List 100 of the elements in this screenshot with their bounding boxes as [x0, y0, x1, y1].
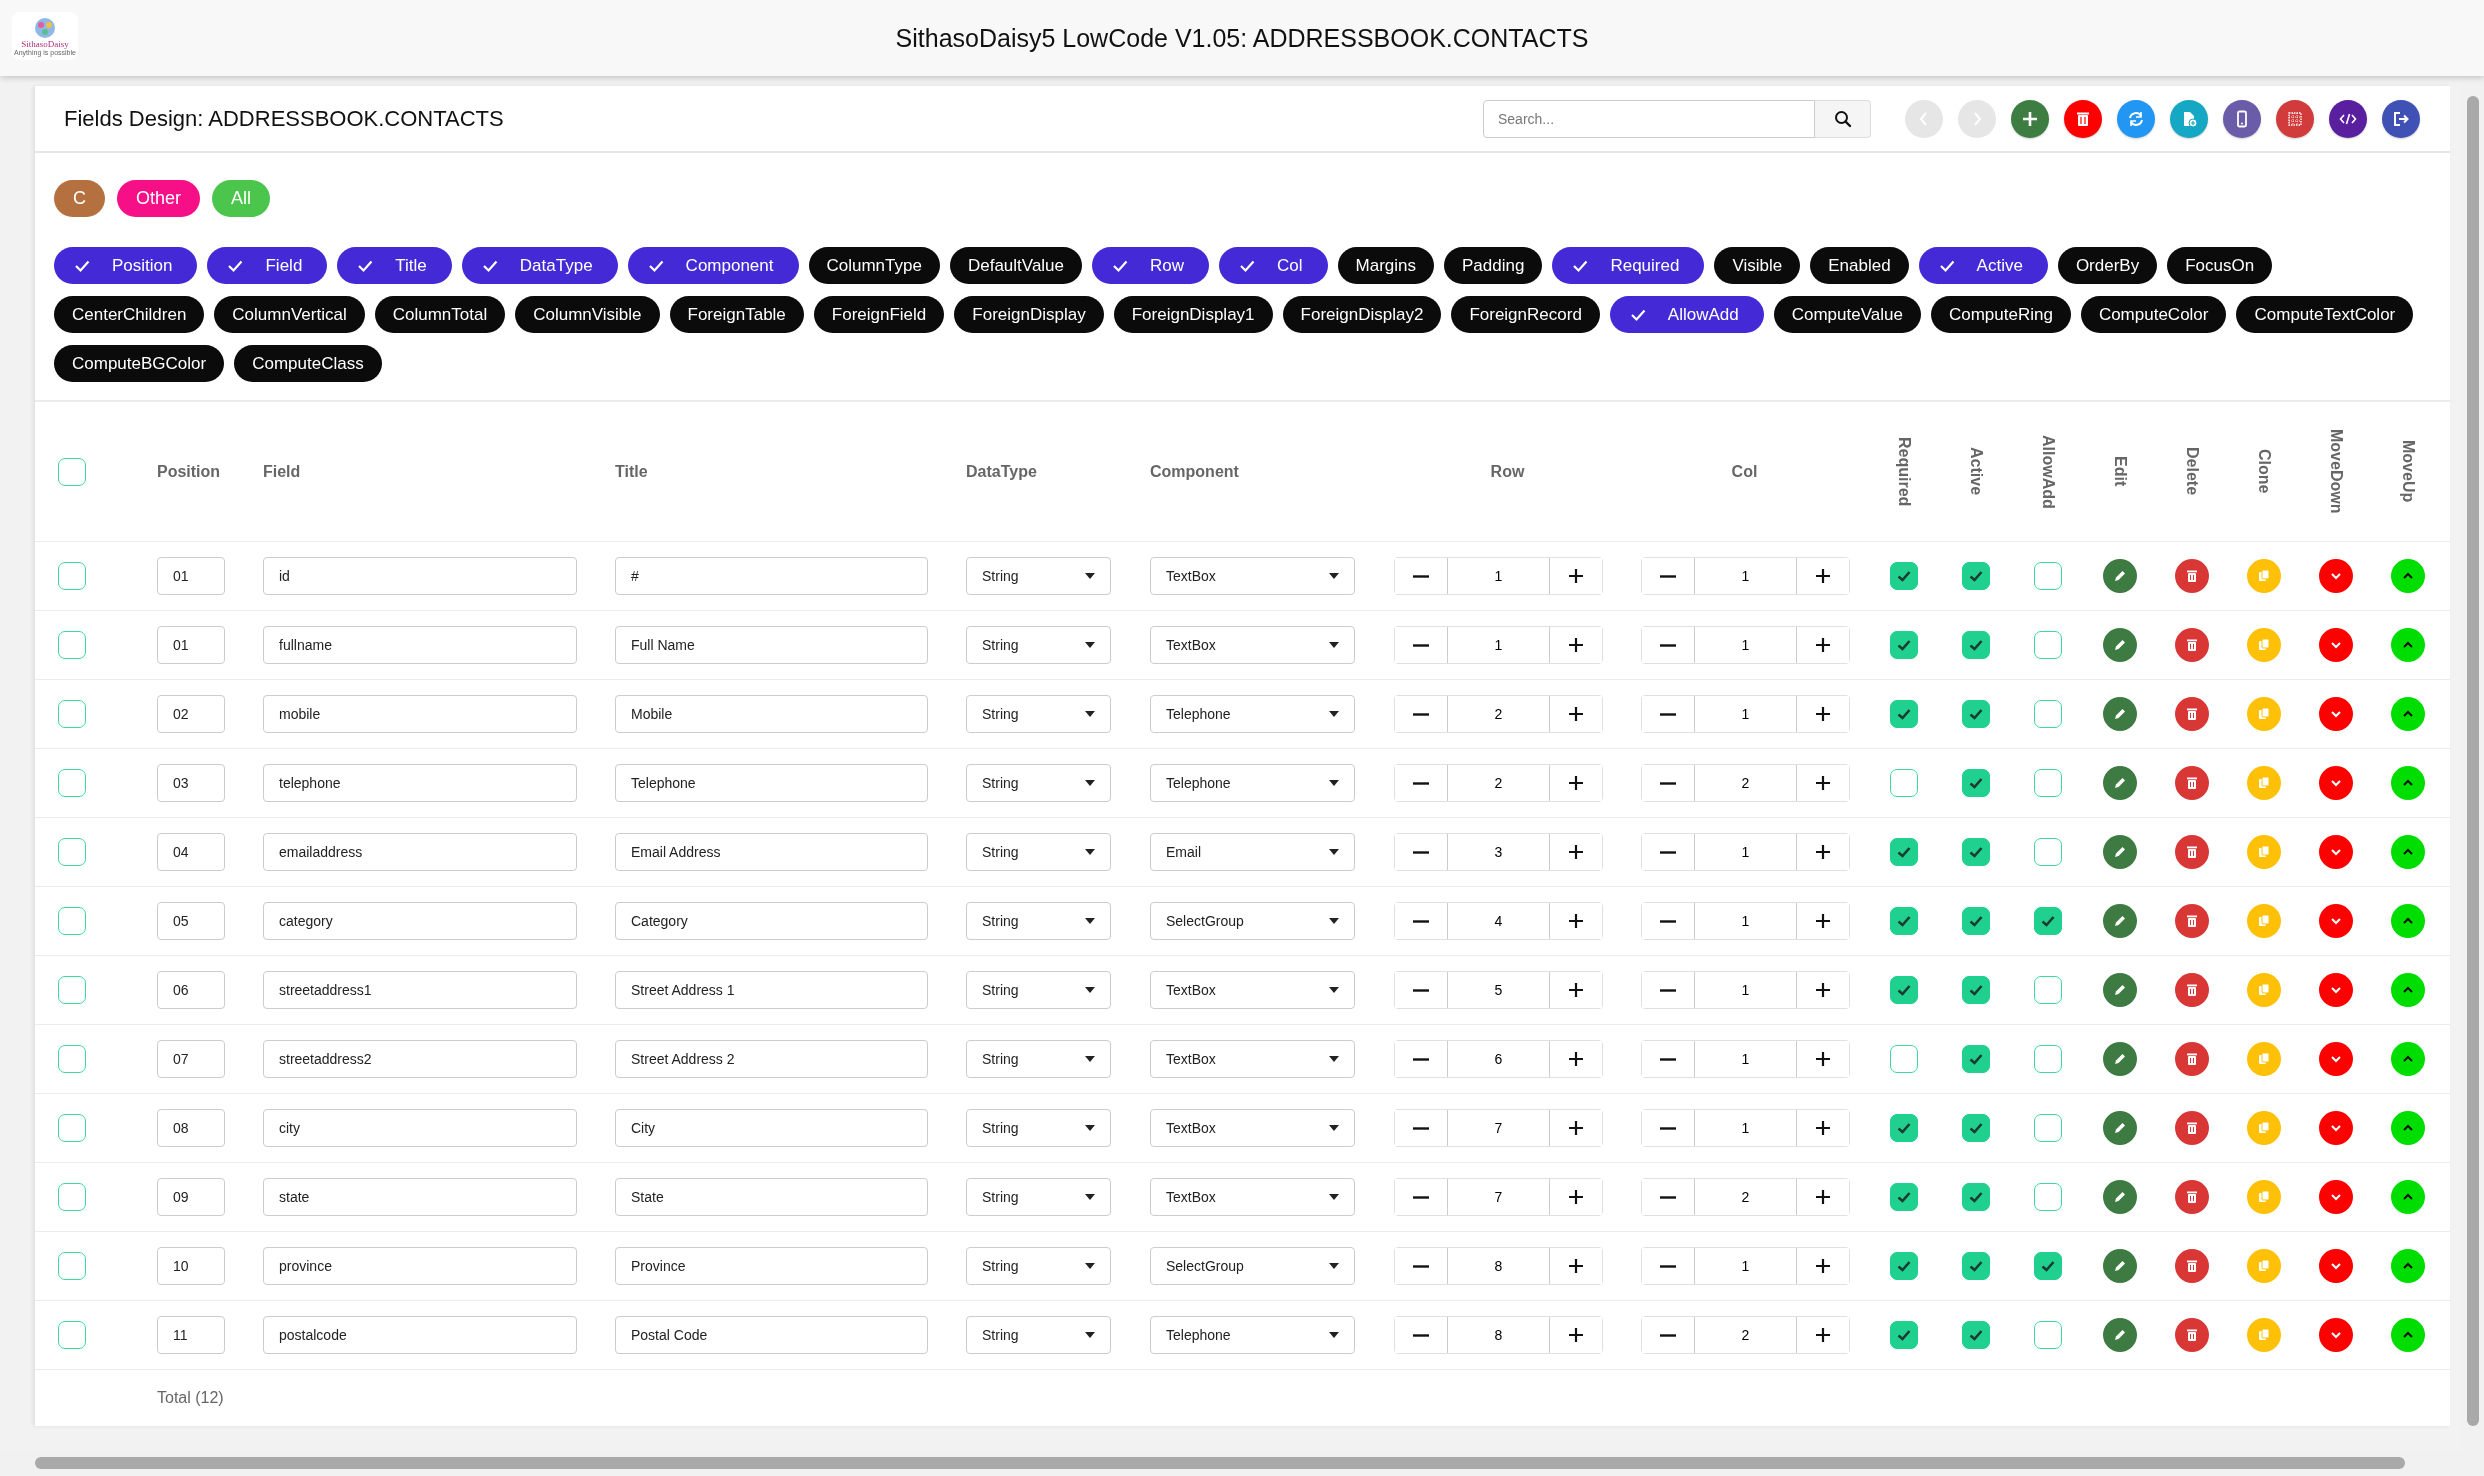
number-field[interactable]: 1: [1694, 1041, 1797, 1077]
checkbox[interactable]: [58, 1252, 86, 1280]
title-field[interactable]: Mobile: [615, 695, 928, 733]
checkbox[interactable]: [1890, 838, 1918, 866]
column-chip[interactable]: ComputeValue: [1773, 296, 1921, 334]
delete-button[interactable]: [2175, 973, 2209, 1007]
checkbox[interactable]: [1962, 1114, 1990, 1142]
position-field[interactable]: 01: [157, 626, 225, 664]
field-name-field[interactable]: postalcode: [263, 1316, 577, 1354]
column-chip[interactable]: Active: [1918, 247, 2048, 285]
column-chip[interactable]: ComputeColor: [2080, 296, 2227, 334]
number-stepper[interactable]: 2: [1641, 764, 1850, 802]
column-chip[interactable]: FocusOn: [2167, 247, 2273, 285]
column-chip[interactable]: ComputeRing: [1930, 296, 2071, 334]
dropdown[interactable]: String: [966, 764, 1111, 802]
column-chip[interactable]: DataType: [461, 247, 618, 285]
checkbox[interactable]: [58, 457, 86, 486]
move-down-button[interactable]: [2319, 1111, 2353, 1145]
move-up-button[interactable]: [2391, 973, 2425, 1007]
dropdown[interactable]: String: [966, 1316, 1111, 1354]
column-chip[interactable]: Field: [207, 247, 328, 285]
position-field[interactable]: 01: [157, 557, 225, 595]
dropdown[interactable]: String: [966, 1178, 1111, 1216]
checkbox[interactable]: [1890, 976, 1918, 1004]
delete-button[interactable]: [2175, 697, 2209, 731]
column-chip[interactable]: ColumnTotal: [374, 296, 506, 334]
checkbox[interactable]: [2034, 769, 2062, 797]
dropdown[interactable]: String: [966, 695, 1111, 733]
checkbox[interactable]: [1890, 1321, 1918, 1349]
checkbox[interactable]: [1962, 700, 1990, 728]
move-down-button[interactable]: [2319, 1318, 2353, 1352]
move-down-button[interactable]: [2319, 904, 2353, 938]
number-field[interactable]: 2: [1694, 1179, 1797, 1215]
delete-button[interactable]: [2175, 559, 2209, 593]
title-field[interactable]: Street Address 1: [615, 971, 928, 1009]
checkbox[interactable]: [58, 907, 86, 935]
checkbox[interactable]: [58, 700, 86, 728]
field-name-field[interactable]: state: [263, 1178, 577, 1216]
filter-chip[interactable]: Other: [117, 180, 201, 218]
edit-button[interactable]: [2103, 1111, 2137, 1145]
move-down-button[interactable]: [2319, 835, 2353, 869]
checkbox[interactable]: [2034, 838, 2062, 866]
field-name-field[interactable]: streetaddress1: [263, 971, 577, 1009]
checkbox[interactable]: [1962, 1252, 1990, 1280]
number-stepper[interactable]: 2: [1394, 695, 1603, 733]
title-field[interactable]: State: [615, 1178, 928, 1216]
position-field[interactable]: 04: [157, 833, 225, 871]
delete-button[interactable]: [2175, 766, 2209, 800]
column-chip[interactable]: Padding: [1444, 247, 1543, 285]
edit-button[interactable]: [2103, 1180, 2137, 1214]
column-chip[interactable]: OrderBy: [2057, 247, 2158, 285]
title-field[interactable]: Province: [615, 1247, 928, 1285]
number-field[interactable]: 1: [1694, 1110, 1797, 1146]
position-field[interactable]: 09: [157, 1178, 225, 1216]
checkbox[interactable]: [2034, 1114, 2062, 1142]
move-down-button[interactable]: [2319, 1042, 2353, 1076]
title-field[interactable]: Postal Code: [615, 1316, 928, 1354]
checkbox[interactable]: [2034, 700, 2062, 728]
field-name-field[interactable]: telephone: [263, 764, 577, 802]
column-chip[interactable]: ComputeTextColor: [2236, 296, 2414, 334]
number-stepper[interactable]: 1: [1394, 557, 1603, 595]
move-down-button[interactable]: [2319, 1180, 2353, 1214]
checkbox[interactable]: [1890, 1183, 1918, 1211]
dropdown[interactable]: Telephone: [1150, 695, 1355, 733]
column-chip[interactable]: Row: [1092, 247, 1210, 285]
dropdown[interactable]: String: [966, 1109, 1111, 1147]
checkbox[interactable]: [2034, 631, 2062, 659]
title-field[interactable]: Full Name: [615, 626, 928, 664]
dropdown[interactable]: TextBox: [1150, 557, 1355, 595]
number-stepper[interactable]: 6: [1394, 1040, 1603, 1078]
number-stepper[interactable]: 8: [1394, 1247, 1603, 1285]
number-stepper[interactable]: 8: [1394, 1316, 1603, 1354]
position-field[interactable]: 11: [157, 1316, 225, 1354]
number-field[interactable]: 1: [1694, 1248, 1797, 1284]
title-field[interactable]: Category: [615, 902, 928, 940]
checkbox[interactable]: [58, 631, 86, 659]
number-field[interactable]: 1: [1694, 627, 1797, 663]
column-chip[interactable]: ColumnType: [808, 247, 940, 285]
delete-button[interactable]: [2175, 835, 2209, 869]
number-stepper[interactable]: 1: [1641, 902, 1850, 940]
column-chip[interactable]: CenterChildren: [54, 296, 205, 334]
edit-button[interactable]: [2103, 628, 2137, 662]
position-field[interactable]: 05: [157, 902, 225, 940]
checkbox[interactable]: [1962, 1045, 1990, 1073]
number-stepper[interactable]: 1: [1641, 971, 1850, 1009]
position-field[interactable]: 03: [157, 764, 225, 802]
field-name-field[interactable]: mobile: [263, 695, 577, 733]
number-stepper[interactable]: 1: [1394, 626, 1603, 664]
title-field[interactable]: Street Address 2: [615, 1040, 928, 1078]
column-chip[interactable]: ForeignField: [813, 296, 945, 334]
number-field[interactable]: 1: [1694, 558, 1797, 594]
edit-button[interactable]: [2103, 766, 2137, 800]
edit-button[interactable]: [2103, 1042, 2137, 1076]
refresh-button[interactable]: [2117, 99, 2155, 138]
code-button[interactable]: [2329, 99, 2367, 138]
checkbox[interactable]: [1890, 1252, 1918, 1280]
column-chip[interactable]: Enabled: [1810, 247, 1909, 285]
dropdown[interactable]: Email: [1150, 833, 1355, 871]
column-chip[interactable]: ForeignDisplay2: [1282, 296, 1442, 334]
dropdown[interactable]: String: [966, 557, 1111, 595]
